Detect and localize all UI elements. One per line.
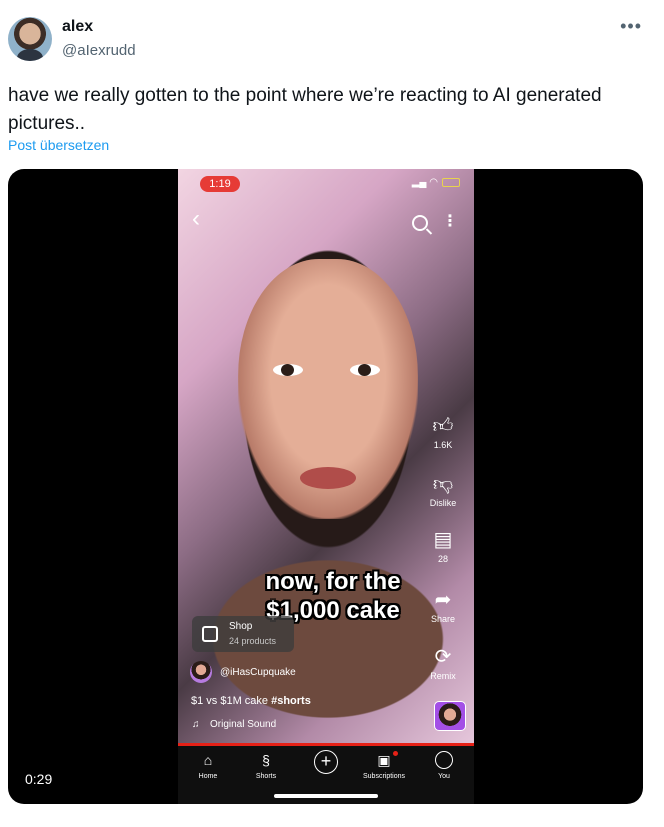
shop-chip[interactable]: Shop 24 products <box>192 616 294 652</box>
nav-you[interactable]: You <box>418 751 470 780</box>
notification-dot <box>393 751 398 756</box>
thumbs-up-icon: 👍︎ <box>432 415 454 437</box>
remix-label: Remix <box>430 671 456 681</box>
more-horizontal-icon[interactable]: ••• <box>620 16 642 37</box>
nav-subscriptions[interactable]: ▣ Subscriptions <box>358 751 410 780</box>
translate-post-link[interactable]: Post übersetzen <box>8 137 109 153</box>
channel-name[interactable]: @iHasCupquake <box>220 667 296 678</box>
nav-shorts-label: Shorts <box>255 773 277 780</box>
kebab-menu-icon[interactable]: ⋮ <box>442 211 458 231</box>
remix-icon: ⟳ <box>434 646 452 668</box>
you-icon <box>435 751 453 769</box>
battery-icon <box>442 177 460 187</box>
bottom-nav: ⌂ Home § Shorts + ▣ Subscriptions You <box>178 746 474 804</box>
tweet-text: have we really gotten to the point where… <box>8 85 602 134</box>
video-duration: 0:29 <box>25 771 53 787</box>
nav-subscriptions-label: Subscriptions <box>362 773 406 780</box>
author-name[interactable]: alex <box>62 18 93 36</box>
tweet-media-video[interactable]: 1:19 ▂▄ ◠ ‹ ⋮ 👍︎ 1.6K 👎︎ Dislike ▤ 28 ➦ … <box>8 169 643 804</box>
shop-title: Shop <box>229 621 253 632</box>
lips <box>300 467 356 489</box>
video-title[interactable]: $1 vs $1M cake #shorts <box>191 695 311 707</box>
music-note-icon: ♫ <box>192 719 200 730</box>
shorts-icon: § <box>262 752 270 768</box>
comments-button[interactable]: ▤ 28 <box>420 529 466 564</box>
nav-home-label: Home <box>198 773 218 780</box>
video-title-hashtag[interactable]: #shorts <box>271 695 311 707</box>
shopping-bag-icon <box>202 626 218 642</box>
nav-shorts[interactable]: § Shorts <box>240 751 292 780</box>
author-avatar[interactable] <box>8 17 52 61</box>
sound-thumbnail[interactable] <box>434 701 466 731</box>
comment-count: 28 <box>437 554 448 564</box>
nav-home[interactable]: ⌂ Home <box>182 751 234 780</box>
back-chevron-icon[interactable]: ‹ <box>192 205 200 233</box>
home-icon: ⌂ <box>203 752 213 768</box>
plus-icon[interactable]: + <box>314 750 338 774</box>
home-indicator <box>274 794 378 798</box>
status-time: 1:19 <box>200 176 240 192</box>
caption-line-1: now, for the <box>265 568 401 595</box>
video-title-text: $1 vs $1M cake <box>191 695 272 707</box>
left-eye <box>273 364 303 376</box>
author-handle[interactable]: @aIexrudd <box>62 42 136 59</box>
channel-avatar[interactable] <box>190 661 212 683</box>
status-icons: ▂▄ ◠ <box>412 177 460 188</box>
remix-button[interactable]: ⟳ Remix <box>420 646 466 681</box>
nav-you-label: You <box>438 773 450 780</box>
shop-subtitle: 24 products <box>229 636 277 646</box>
like-count: 1.6K <box>433 440 453 450</box>
comment-icon: ▤ <box>433 529 453 551</box>
subscriptions-icon: ▣ <box>377 752 391 768</box>
sound-label[interactable]: Original Sound <box>210 719 276 730</box>
like-button[interactable]: 👍︎ 1.6K <box>420 415 466 450</box>
shorts-screenshot: 1:19 ▂▄ ◠ ‹ ⋮ 👍︎ 1.6K 👎︎ Dislike ▤ 28 ➦ … <box>178 169 474 804</box>
dislike-label: Dislike <box>429 498 457 508</box>
dislike-button[interactable]: 👎︎ Dislike <box>420 473 466 508</box>
right-eye <box>350 364 380 376</box>
search-icon[interactable] <box>412 215 428 231</box>
thumbs-down-icon: 👎︎ <box>432 473 454 495</box>
